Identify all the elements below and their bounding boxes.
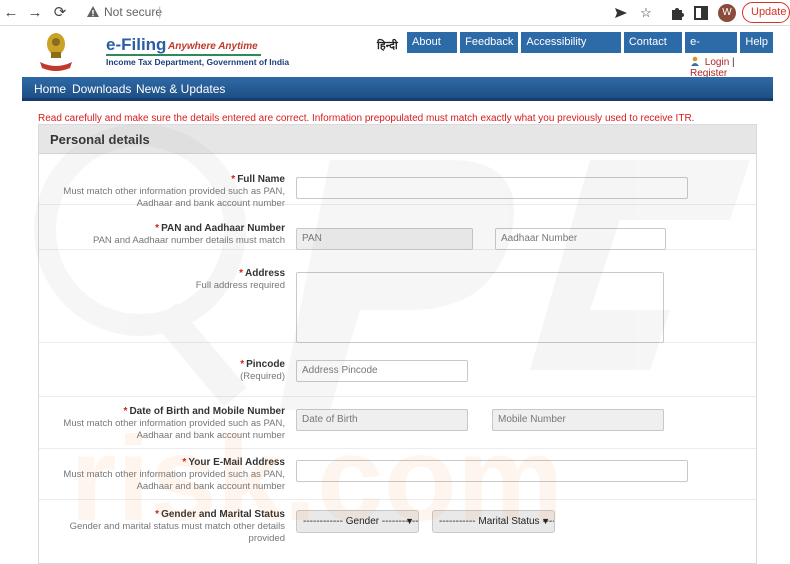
- hint-pan-aadhaar: PAN and Aadhaar number details must matc…: [92, 235, 285, 246]
- label-email: * Your E-Mail Address: [182, 457, 285, 468]
- hint-address: Full address required: [195, 280, 285, 291]
- hint-pincode: (Required): [240, 371, 285, 382]
- row-dob-mobile: * Date of Birth and Mobile Number Must ma…: [39, 397, 756, 449]
- topnav-help[interactable]: Help: [740, 32, 773, 53]
- row-address: * Address Full address required: [39, 251, 756, 343]
- user-icon: [691, 56, 699, 66]
- pincode-input[interactable]: Address Pincode: [296, 360, 468, 382]
- row-gender-marital: * Gender and Marital Status Gender and ma…: [39, 501, 756, 563]
- chevron-down-icon: ▼: [541, 516, 550, 526]
- government-emblem-logo[interactable]: [38, 30, 74, 72]
- sidepanel-icon[interactable]: [692, 4, 710, 22]
- dob-input[interactable]: Date of Birth: [296, 409, 468, 431]
- panel-title: Personal details: [50, 132, 150, 147]
- label-full-name: * Full Name: [231, 174, 285, 185]
- brand-subtitle: Income Tax Department, Government of Ind…: [106, 57, 290, 67]
- panel-header: Personal details: [39, 125, 756, 154]
- update-button[interactable]: Update: [742, 2, 790, 23]
- hint-dob-mobile: Must match other information provided su…: [63, 418, 285, 441]
- topnav-contact-us[interactable]: Contact Us: [623, 32, 683, 69]
- topnav-about-us[interactable]: About Us: [407, 32, 458, 69]
- warning-icon[interactable]: [86, 5, 100, 19]
- topnav-e-nivaran[interactable]: e-Nivaran: [685, 32, 738, 69]
- personal-details-panel: Personal details * Full Name Must match o…: [38, 124, 757, 564]
- row-email: * Your E-Mail Address Must match other in…: [39, 450, 756, 500]
- brand-tagline: Anywhere Anytime: [168, 41, 258, 52]
- login-link[interactable]: Login: [705, 57, 729, 68]
- brand-underline: [106, 54, 261, 56]
- hint-gender-marital: Gender and marital status must match oth…: [69, 521, 285, 544]
- nav-downloads[interactable]: Downloads: [72, 82, 131, 96]
- label-gender-marital: * Gender and Marital Status: [155, 509, 285, 520]
- login-separator: |: [732, 57, 735, 68]
- chevron-down-icon: ▼: [405, 516, 414, 526]
- pan-input[interactable]: PAN: [296, 228, 473, 250]
- forward-icon[interactable]: →: [26, 4, 44, 22]
- main-navigation: Home Downloads News & Updates: [22, 77, 773, 101]
- aadhaar-input[interactable]: Aadhaar Number: [495, 228, 666, 250]
- send-icon[interactable]: [612, 4, 630, 22]
- address-textarea[interactable]: [296, 272, 664, 343]
- label-address: * Address: [239, 268, 285, 279]
- nav-news-updates[interactable]: News & Updates: [136, 82, 225, 96]
- extensions-icon[interactable]: [668, 4, 686, 22]
- reload-icon[interactable]: ⟳: [51, 4, 69, 22]
- top-navigation: About Us Feedback Accessibility Options …: [407, 32, 773, 69]
- star-icon[interactable]: ☆: [637, 4, 655, 22]
- email-input[interactable]: [296, 460, 688, 482]
- mobile-input[interactable]: Mobile Number: [492, 409, 664, 431]
- browser-toolbar: ← → ⟳ Not secure | ☆ W Update: [0, 0, 790, 26]
- profile-avatar[interactable]: W: [718, 4, 736, 22]
- security-status[interactable]: Not secure: [104, 5, 162, 19]
- url-separator: |: [158, 4, 162, 19]
- brand-title[interactable]: e-Filing: [106, 35, 166, 55]
- topnav-feedback[interactable]: Feedback: [460, 32, 519, 53]
- hint-email: Must match other information provided su…: [63, 469, 285, 492]
- row-pan-aadhaar: * PAN and Aadhaar Number PAN and Aadhaar …: [39, 206, 756, 250]
- notice-text: Read carefully and make sure the details…: [38, 113, 695, 124]
- nav-home[interactable]: Home: [34, 82, 66, 96]
- label-dob-mobile: * Date of Birth and Mobile Number: [123, 406, 285, 417]
- label-pan-aadhaar: * PAN and Aadhaar Number: [155, 223, 285, 234]
- marital-status-select[interactable]: ----------- Marital Status -----------▼: [432, 510, 555, 533]
- row-pincode: * Pincode (Required) Address Pincode: [39, 357, 756, 397]
- gender-select[interactable]: ------------ Gender ------------ ▼: [296, 510, 419, 533]
- topnav-accessibility[interactable]: Accessibility Options: [521, 32, 621, 69]
- row-full-name: * Full Name Must match other information …: [39, 155, 756, 209]
- hindi-language-link[interactable]: हिन्दी: [377, 38, 398, 53]
- label-pincode: * Pincode: [240, 359, 285, 370]
- login-register: Login | Register: [690, 56, 773, 79]
- efiling-page: e-Filing Anywhere Anytime Income Tax Dep…: [22, 27, 773, 564]
- full-name-input[interactable]: [296, 177, 688, 199]
- back-icon[interactable]: ←: [2, 4, 20, 22]
